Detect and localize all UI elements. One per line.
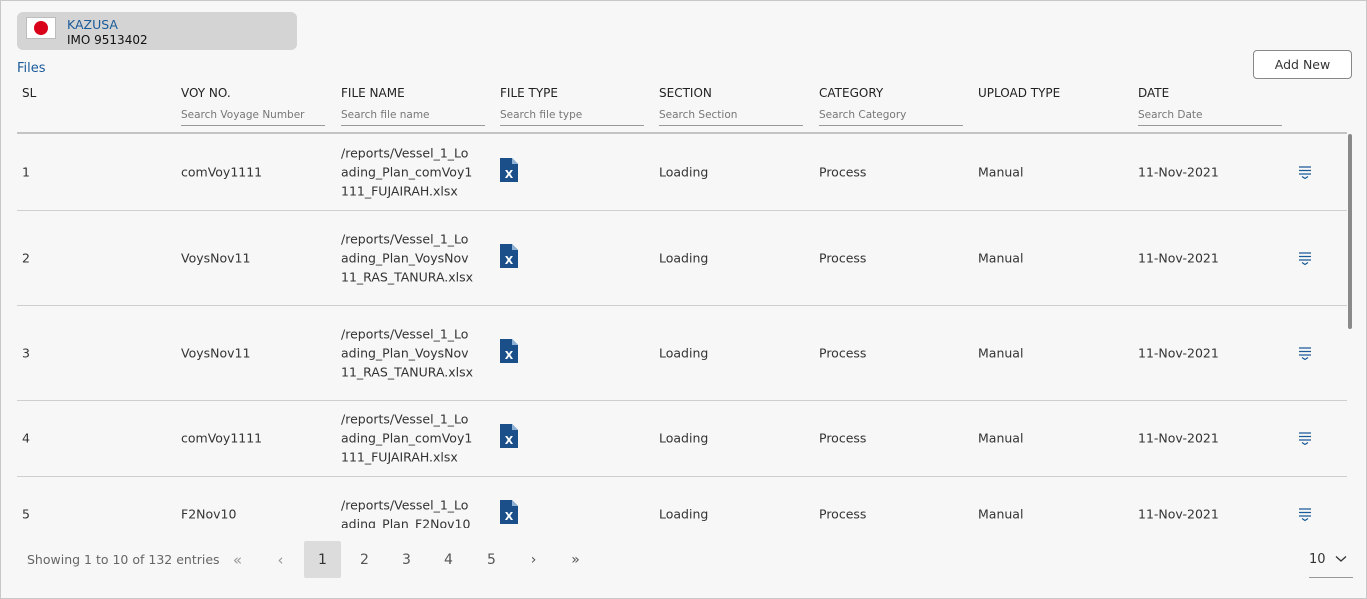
cell-category: Process xyxy=(819,345,867,361)
prev-page-button[interactable]: ‹ xyxy=(262,541,299,578)
cell-section: Loading xyxy=(659,250,709,266)
per-page-value: 10 xyxy=(1309,551,1326,567)
page-button-3[interactable]: 3 xyxy=(388,541,425,578)
cell-sl: 2 xyxy=(22,250,30,266)
column-title: CATEGORY xyxy=(819,86,884,100)
cell-file-name: /reports/Vessel_1_Loading_Plan_VoysNov11… xyxy=(341,231,474,285)
excel-icon[interactable]: X xyxy=(500,424,518,448)
row-menu-icon[interactable] xyxy=(1298,431,1312,445)
column-header-file-type: FILE TYPE Search file type xyxy=(500,86,644,126)
cell-voy: F2Nov10 xyxy=(181,506,237,522)
svg-text:X: X xyxy=(505,349,514,362)
row-menu-icon[interactable] xyxy=(1298,165,1312,179)
cell-voy: VoysNov11 xyxy=(181,250,251,266)
row-menu-icon[interactable] xyxy=(1298,507,1312,521)
add-new-button[interactable]: Add New xyxy=(1253,50,1352,79)
column-header-sl: SL xyxy=(22,86,36,102)
table-row: 1 comVoy1111 /reports/Vessel_1_Loading_P… xyxy=(17,134,1347,211)
cell-file-name: /reports/Vessel_1_Loading_Plan_F2Nov10_R… xyxy=(341,497,471,529)
column-title: DATE xyxy=(1138,86,1170,100)
column-title: SL xyxy=(22,86,37,100)
entries-summary: Showing 1 to 10 of 132 entries xyxy=(27,552,220,567)
cell-date: 11-Nov-2021 xyxy=(1138,250,1219,266)
search-voyage-input[interactable]: Search Voyage Number xyxy=(181,109,325,126)
search-section-input[interactable]: Search Section xyxy=(659,109,803,126)
page-button-5[interactable]: 5 xyxy=(473,541,510,578)
excel-icon[interactable]: X xyxy=(500,500,518,524)
cell-upload-type: Manual xyxy=(978,430,1024,446)
column-title: SECTION xyxy=(659,86,712,100)
cell-upload-type: Manual xyxy=(978,250,1024,266)
svg-text:X: X xyxy=(505,510,514,523)
column-title: FILE NAME xyxy=(341,86,405,100)
table-row: 3 VoysNov11 /reports/Vessel_1_Loading_Pl… xyxy=(17,305,1347,401)
svg-text:X: X xyxy=(505,168,514,181)
page-button-1[interactable]: 1 xyxy=(304,541,341,578)
last-page-button[interactable]: » xyxy=(557,541,594,578)
svg-text:X: X xyxy=(505,434,514,447)
files-link[interactable]: Files xyxy=(17,61,46,76)
search-date-input[interactable]: Search Date xyxy=(1138,109,1282,126)
cell-category: Process xyxy=(819,430,867,446)
table-row: 5 F2Nov10 /reports/Vessel_1_Loading_Plan… xyxy=(17,476,1347,528)
column-header-section: SECTION Search Section xyxy=(659,86,803,126)
column-title: FILE TYPE xyxy=(500,86,559,100)
column-header-date: DATE Search Date xyxy=(1138,86,1282,126)
next-page-button[interactable]: › xyxy=(515,541,552,578)
cell-section: Loading xyxy=(659,430,709,446)
excel-icon[interactable]: X xyxy=(500,158,518,182)
cell-voy: comVoy1111 xyxy=(181,164,263,180)
svg-text:X: X xyxy=(505,254,514,267)
cell-sl: 1 xyxy=(22,164,30,180)
cell-upload-type: Manual xyxy=(978,164,1024,180)
column-title: UPLOAD TYPE xyxy=(978,86,1061,100)
column-title: VOY NO. xyxy=(181,86,231,100)
excel-icon[interactable]: X xyxy=(500,244,518,268)
row-menu-icon[interactable] xyxy=(1298,251,1312,265)
vessel-name: KAZUSA xyxy=(67,17,118,32)
cell-date: 11-Nov-2021 xyxy=(1138,164,1219,180)
cell-date: 11-Nov-2021 xyxy=(1138,345,1219,361)
cell-file-name: /reports/Vessel_1_Loading_Plan_comVoy111… xyxy=(341,411,473,465)
table-body: 1 comVoy1111 /reports/Vessel_1_Loading_P… xyxy=(1,134,1347,528)
table-scrollbar[interactable] xyxy=(1348,134,1352,329)
files-panel: KAZUSA IMO 9513402 Files Add New SL VOY … xyxy=(0,0,1367,599)
cell-file-name: /reports/Vessel_1_Loading_Plan_VoysNov11… xyxy=(341,326,474,380)
table-row: 4 comVoy1111 /reports/Vessel_1_Loading_P… xyxy=(17,400,1347,477)
cell-voy: VoysNov11 xyxy=(181,345,251,361)
excel-icon[interactable]: X xyxy=(500,339,518,363)
search-file-type-input[interactable]: Search file type xyxy=(500,109,644,126)
table-row: 2 VoysNov11 /reports/Vessel_1_Loading_Pl… xyxy=(17,210,1347,306)
cell-category: Process xyxy=(819,506,867,522)
cell-file-name: /reports/Vessel_1_Loading_Plan_comVoy111… xyxy=(341,145,473,199)
first-page-button[interactable]: « xyxy=(219,541,256,578)
search-file-name-input[interactable]: Search file name xyxy=(341,109,485,126)
japan-flag-icon xyxy=(26,17,56,39)
vessel-imo: IMO 9513402 xyxy=(67,33,148,47)
cell-sl: 5 xyxy=(22,506,30,522)
column-header-category: CATEGORY Search Category xyxy=(819,86,963,126)
cell-voy: comVoy1111 xyxy=(181,430,263,446)
cell-date: 11-Nov-2021 xyxy=(1138,506,1219,522)
vessel-card: KAZUSA IMO 9513402 xyxy=(17,12,297,50)
page-button-2[interactable]: 2 xyxy=(346,541,383,578)
cell-category: Process xyxy=(819,164,867,180)
cell-section: Loading xyxy=(659,345,709,361)
per-page-select[interactable]: 10 xyxy=(1309,541,1353,578)
page-button-4[interactable]: 4 xyxy=(430,541,467,578)
cell-category: Process xyxy=(819,250,867,266)
column-header-upload-type: UPLOAD TYPE xyxy=(978,86,1060,102)
cell-upload-type: Manual xyxy=(978,506,1024,522)
cell-sl: 4 xyxy=(22,430,30,446)
search-category-input[interactable]: Search Category xyxy=(819,109,963,126)
cell-section: Loading xyxy=(659,506,709,522)
column-header-file-name: FILE NAME Search file name xyxy=(341,86,485,126)
column-header-voy: VOY NO. Search Voyage Number xyxy=(181,86,325,126)
cell-section: Loading xyxy=(659,164,709,180)
cell-sl: 3 xyxy=(22,345,30,361)
cell-date: 11-Nov-2021 xyxy=(1138,430,1219,446)
row-menu-icon[interactable] xyxy=(1298,346,1312,360)
cell-upload-type: Manual xyxy=(978,345,1024,361)
chevron-down-icon xyxy=(1335,556,1346,562)
